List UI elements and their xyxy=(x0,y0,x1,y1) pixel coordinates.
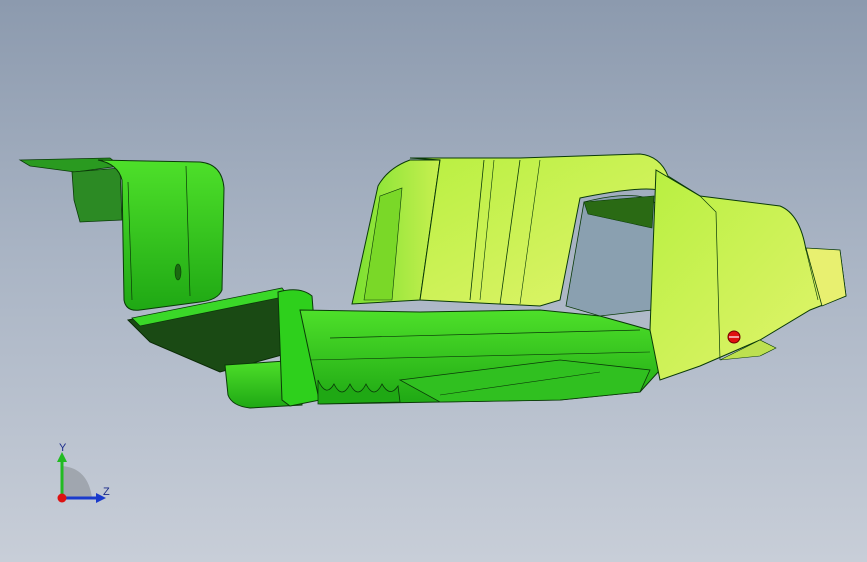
z-axis-label: Z xyxy=(103,486,110,498)
left-flange-lower xyxy=(71,167,123,223)
coordinate-triad xyxy=(57,452,106,503)
graphics-viewport[interactable]: Y Z xyxy=(0,0,867,562)
triad-plane xyxy=(62,466,92,498)
y-axis-label: Y xyxy=(59,442,67,454)
origin-dot xyxy=(57,493,67,503)
3d-part-model[interactable] xyxy=(0,0,867,562)
